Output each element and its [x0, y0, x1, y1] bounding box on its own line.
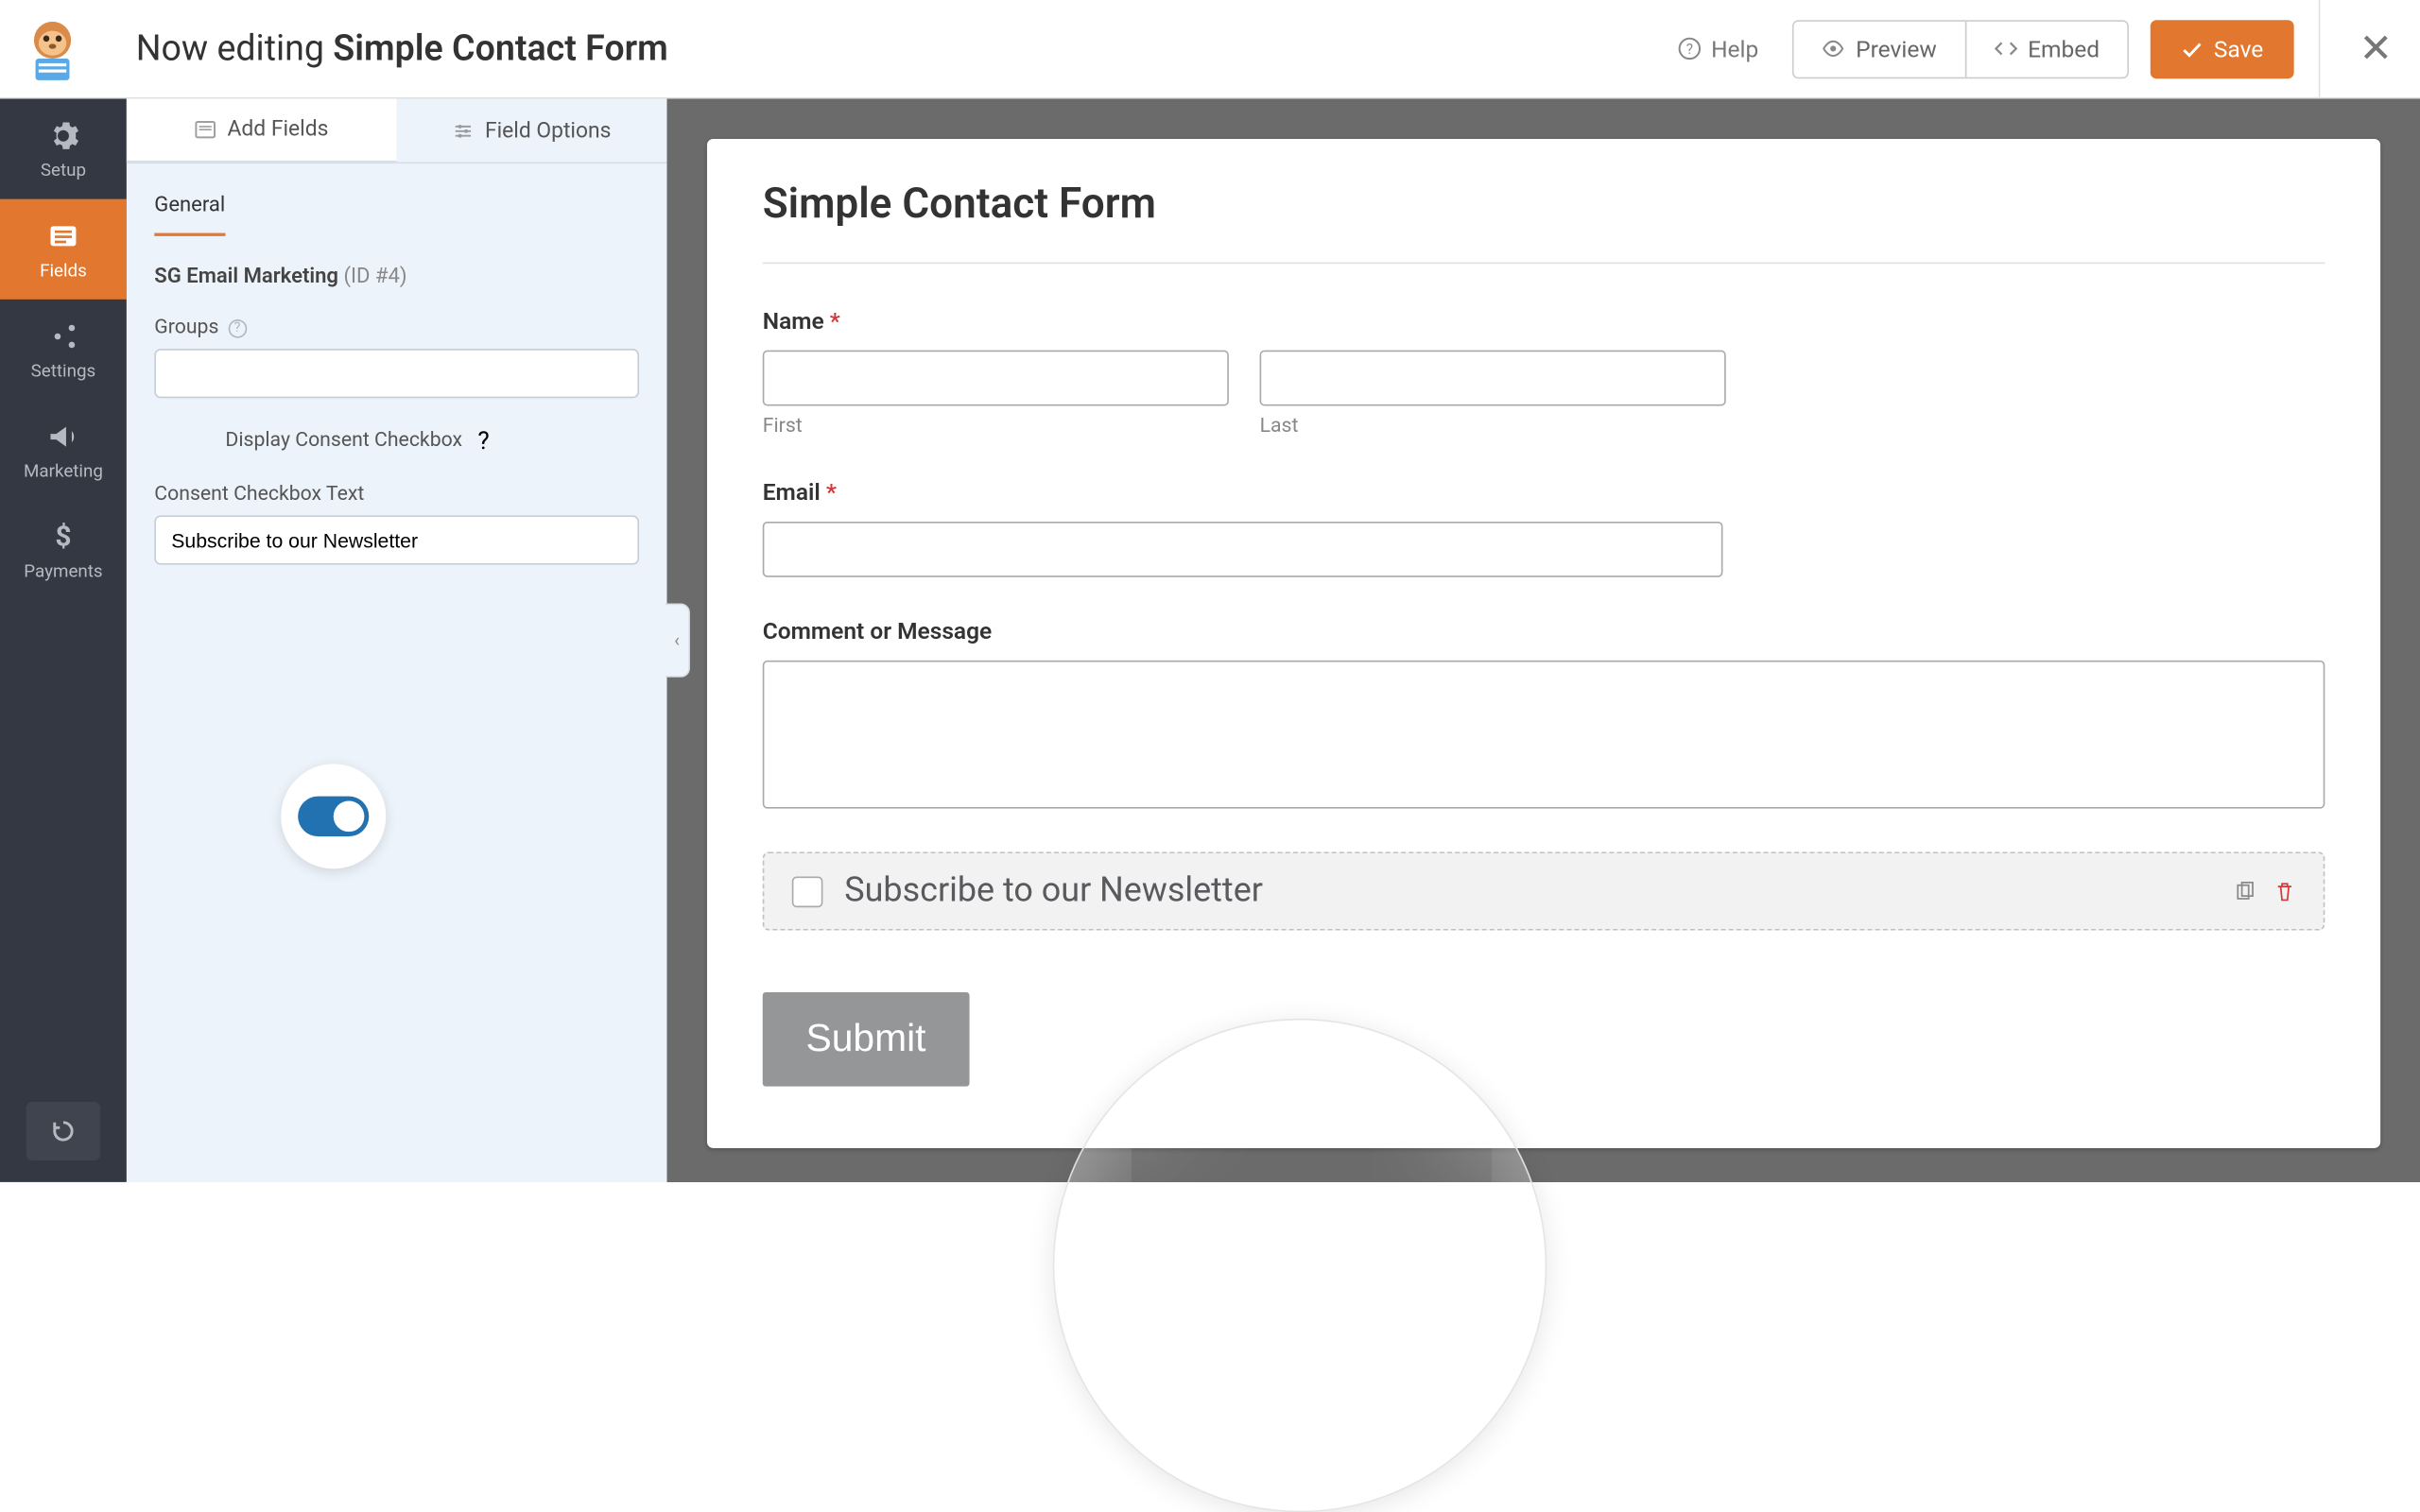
save-button[interactable]: Save — [2151, 19, 2294, 77]
preview-button[interactable]: Preview — [1794, 21, 1964, 77]
editing-title: Now editing Simple Contact Form — [136, 27, 668, 69]
nav-setup-label: Setup — [41, 158, 86, 180]
name-field[interactable]: Name * First Last — [763, 307, 2325, 438]
comment-label: Comment or Message — [763, 617, 2325, 644]
form-card: Simple Contact Form Name * First Last Em… — [707, 139, 2380, 1148]
last-sublabel: Last — [1260, 415, 1726, 438]
newsletter-checkbox[interactable] — [792, 876, 823, 907]
submit-button[interactable]: Submit — [763, 992, 970, 1087]
duplicate-icon[interactable] — [2234, 881, 2256, 902]
tab-add-fields-label: Add Fields — [227, 117, 328, 142]
editing-prefix: Now editing — [136, 27, 324, 69]
groups-input[interactable] — [154, 349, 639, 398]
revisions-button[interactable] — [26, 1102, 100, 1160]
newsletter-label: Subscribe to our Newsletter — [844, 872, 1263, 911]
first-sublabel: First — [763, 415, 1229, 438]
nav-setup[interactable]: Setup — [0, 99, 127, 199]
newsletter-field[interactable]: Subscribe to our Newsletter — [763, 851, 2325, 930]
delete-icon[interactable] — [2273, 881, 2295, 902]
email-label: Email * — [763, 478, 2325, 506]
canvas: Simple Contact Form Name * First Last Em… — [666, 99, 2420, 1182]
groups-label: Groups — [154, 317, 218, 339]
svg-text:$: $ — [55, 520, 71, 553]
left-nav: Setup Fields Settings Marketing $ Paymen… — [0, 99, 127, 1182]
nav-payments-label: Payments — [24, 559, 102, 581]
nav-marketing[interactable]: Marketing — [0, 400, 127, 500]
embed-label: Embed — [2028, 35, 2100, 62]
consent-toggle[interactable] — [298, 797, 369, 836]
embed-button[interactable]: Embed — [1964, 21, 2127, 77]
field-id: (ID #4) — [343, 264, 406, 288]
nav-fields[interactable]: Fields — [0, 199, 127, 300]
app-logo — [15, 11, 89, 85]
email-input[interactable] — [763, 522, 1723, 577]
side-panel: Add Fields Field Options General SG Emai… — [127, 99, 667, 1182]
sub-tab-general[interactable]: General — [154, 193, 225, 236]
consent-text-label: Consent Checkbox Text — [154, 483, 639, 506]
name-label: Name * — [763, 307, 2325, 335]
nav-fields-label: Fields — [40, 259, 87, 281]
form-name: Simple Contact Form — [333, 27, 668, 69]
comment-field[interactable]: Comment or Message — [763, 617, 2325, 808]
tab-add-fields[interactable]: Add Fields — [127, 99, 397, 163]
save-label: Save — [2214, 35, 2263, 62]
nav-marketing-label: Marketing — [24, 459, 103, 481]
collapse-panel-button[interactable]: ‹ — [666, 604, 690, 678]
consent-text-input[interactable] — [154, 515, 639, 564]
nav-settings[interactable]: Settings — [0, 300, 127, 400]
tab-field-options-label: Field Options — [485, 118, 612, 143]
form-title: Simple Contact Form — [763, 179, 2325, 264]
nav-payments[interactable]: $ Payments — [0, 500, 127, 600]
close-button[interactable]: ✕ — [2360, 26, 2394, 72]
help-link[interactable]: ? Help — [1679, 35, 1758, 62]
topbar: Now editing Simple Contact Form ? Help P… — [0, 0, 2420, 99]
last-name-input[interactable] — [1260, 351, 1726, 406]
field-id-row: SG Email Marketing (ID #4) — [154, 264, 639, 288]
nav-settings-label: Settings — [31, 359, 96, 381]
svg-text:?: ? — [1686, 41, 1693, 58]
first-name-input[interactable] — [763, 351, 1229, 406]
field-provider-name: SG Email Marketing — [154, 264, 338, 288]
preview-embed-group: Preview Embed — [1792, 19, 2129, 77]
comment-textarea[interactable] — [763, 661, 2325, 809]
preview-label: Preview — [1856, 35, 1937, 62]
tab-field-options[interactable]: Field Options — [397, 99, 667, 163]
groups-label-row: Groups ? — [154, 317, 639, 339]
toggle-highlight — [281, 764, 386, 868]
help-icon[interactable]: ? — [228, 318, 247, 337]
help-icon[interactable]: ? — [477, 426, 489, 455]
consent-toggle-label: Display Consent Checkbox — [225, 429, 462, 452]
email-field[interactable]: Email * — [763, 478, 2325, 577]
help-label: Help — [1711, 35, 1758, 62]
